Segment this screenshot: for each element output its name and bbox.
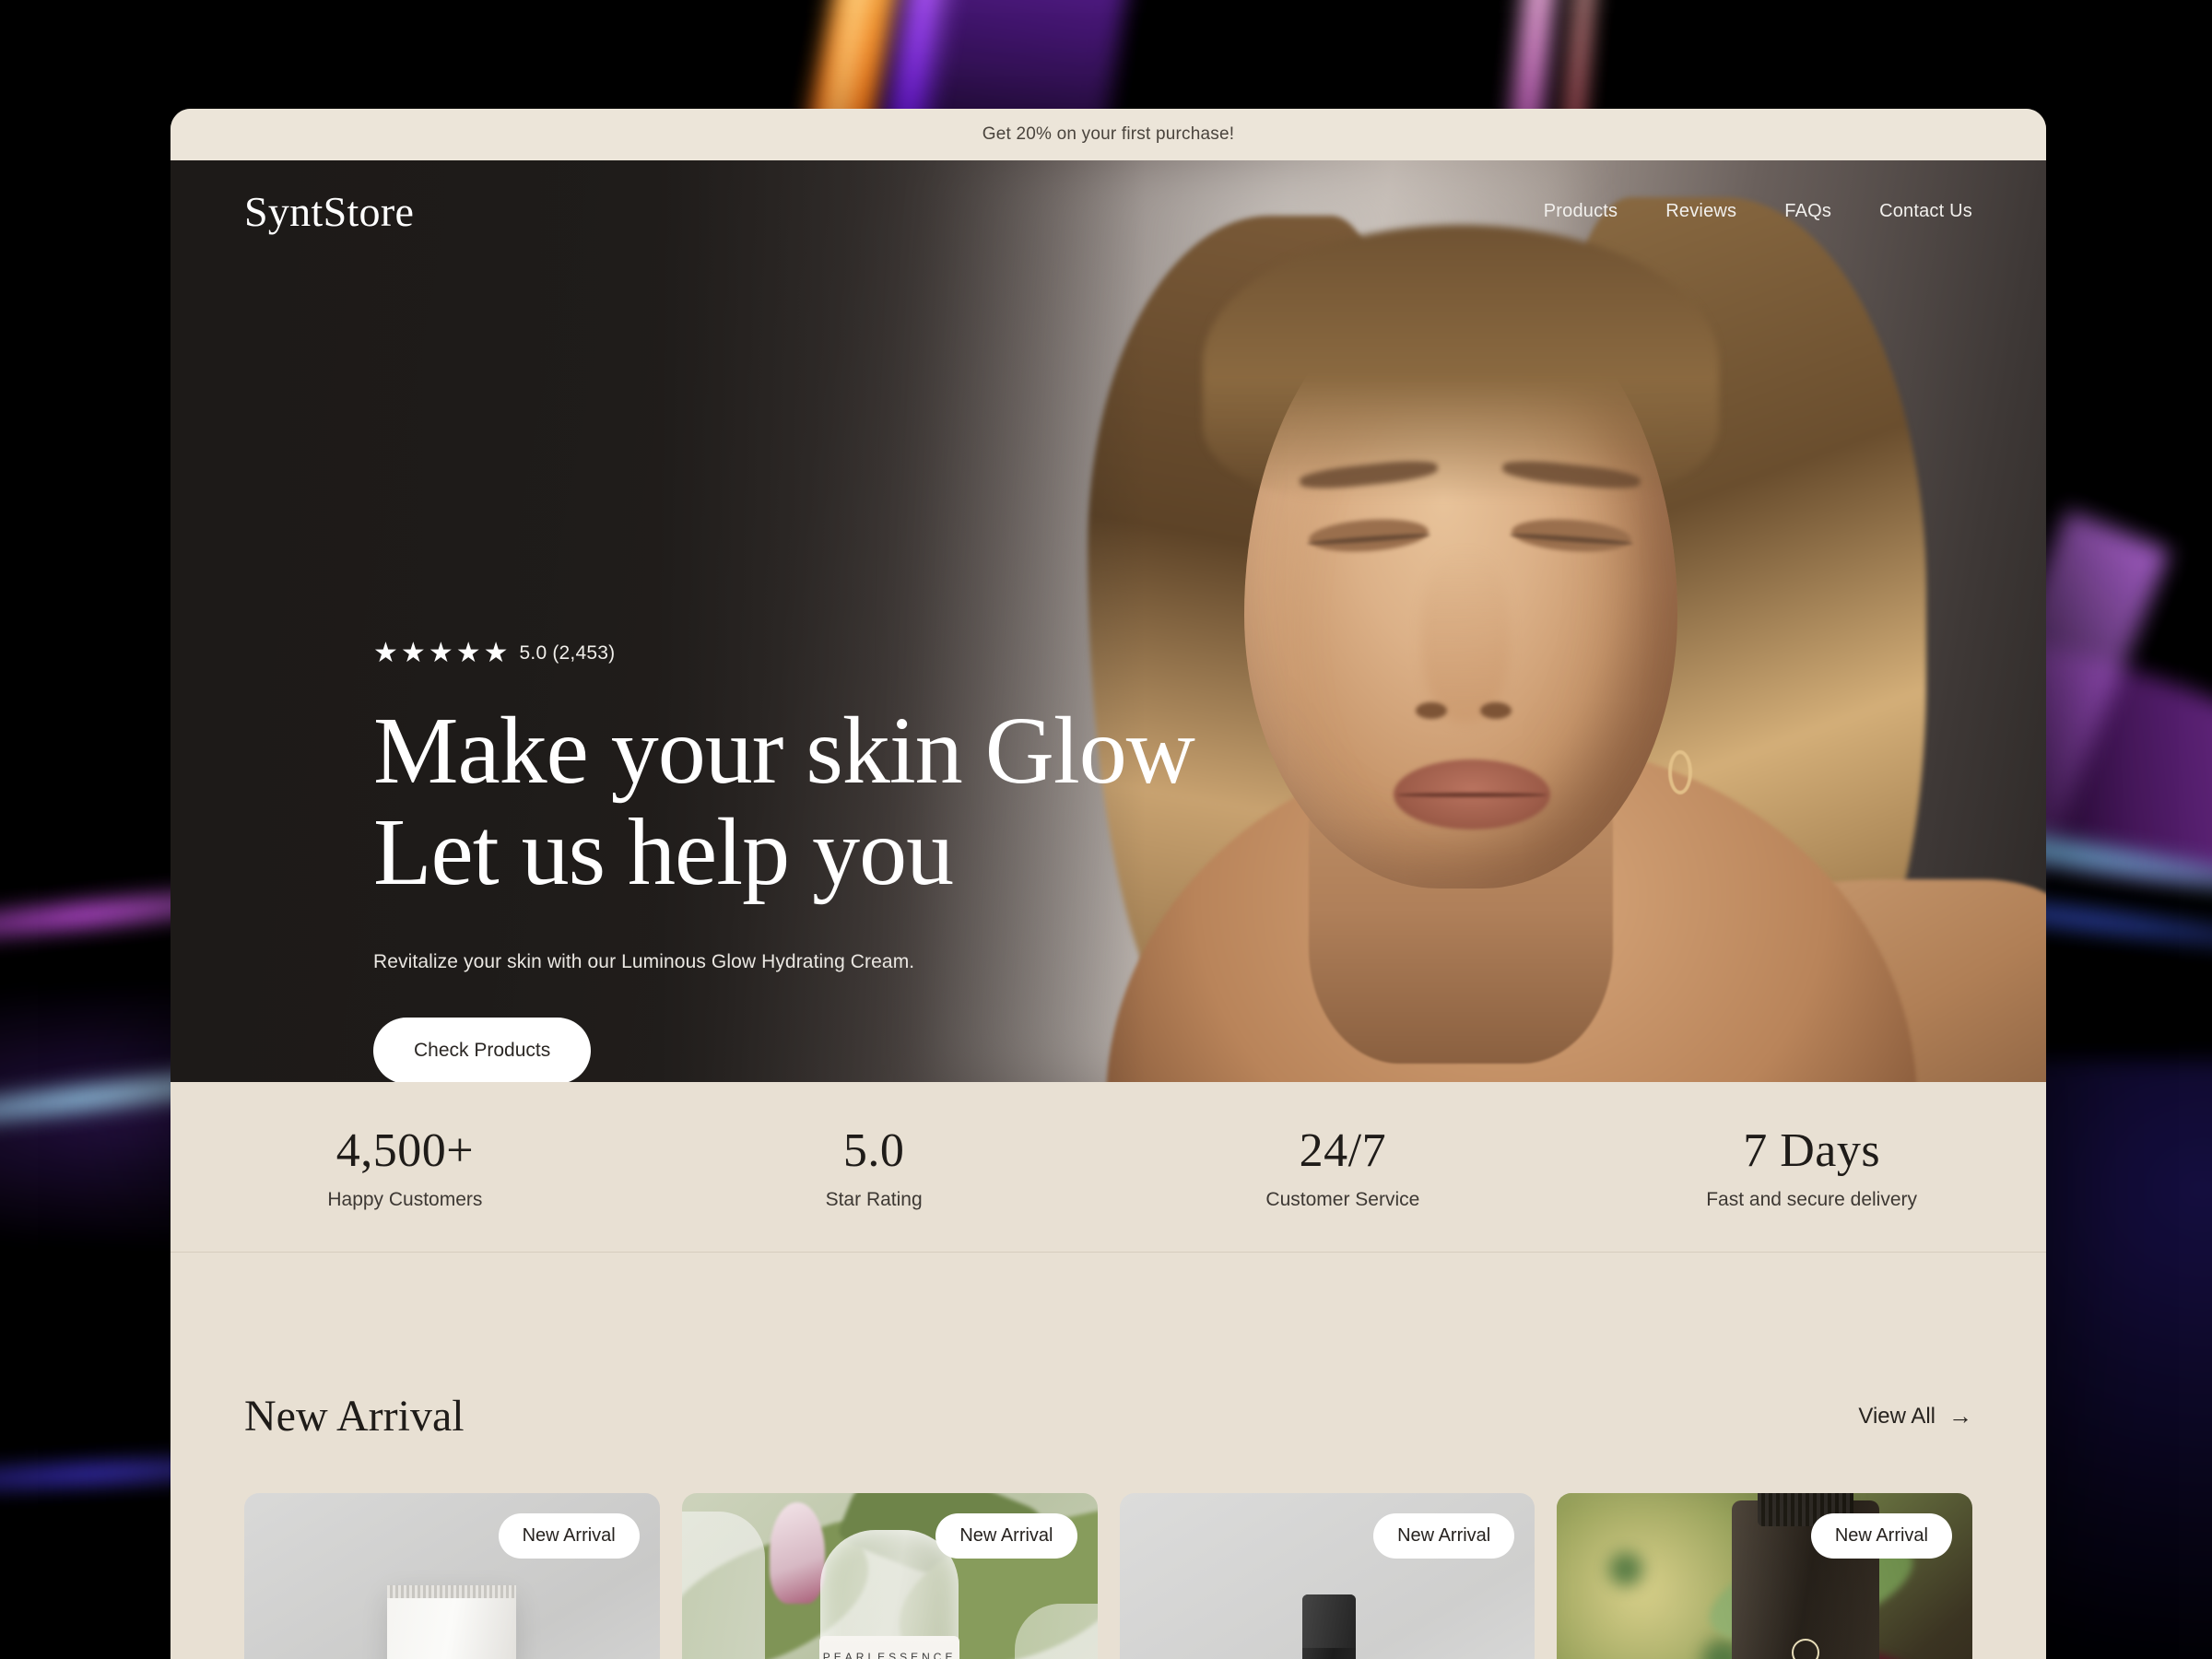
- star-icon: ★: [428, 638, 453, 668]
- stat-star-rating: 5.0 Star Rating: [640, 1124, 1109, 1211]
- product-card[interactable]: PEARLESSENCE ALOE + ROSEWATER New Arriva…: [681, 1493, 1098, 1659]
- brand-logo[interactable]: SyntStore: [244, 187, 414, 236]
- rating-text: 5.0 (2,453): [519, 642, 616, 664]
- star-icon: ★: [400, 638, 426, 668]
- announcement-bar: Get 20% on your first purchase!: [171, 109, 2046, 160]
- new-arrival-section: New Arrival View All → New Arrival Néces…: [171, 1253, 2046, 1659]
- nav-link-reviews[interactable]: Reviews: [1665, 201, 1736, 222]
- card-prop-flower-bud: [769, 1502, 825, 1604]
- star-icon: ★: [483, 638, 509, 668]
- star-rating-icons: ★ ★ ★ ★ ★: [373, 640, 509, 667]
- product-stick-cap: [1301, 1594, 1356, 1648]
- product-tube: Nécessaire The Body Lotion L'Emulsion Co…: [387, 1585, 517, 1659]
- product-card[interactable]: New Arrival: [1119, 1493, 1535, 1659]
- view-all-link[interactable]: View All →: [1858, 1402, 1972, 1430]
- stat-customer-service: 24/7 Customer Service: [1109, 1124, 1578, 1211]
- stat-label: Customer Service: [1265, 1188, 1420, 1210]
- stat-label: Star Rating: [825, 1188, 923, 1210]
- stat-delivery: 7 Days Fast and secure delivery: [1577, 1124, 2046, 1211]
- nav-link-faqs[interactable]: FAQs: [1784, 201, 1831, 222]
- tube-crimp: [387, 1585, 517, 1598]
- main-navigation: Products Reviews FAQs Contact Us: [1544, 201, 1972, 222]
- hero-headline-line-1: Make your skin Glow: [373, 698, 1195, 804]
- stat-number: 5.0: [842, 1124, 905, 1177]
- product-card[interactable]: New Arrival Nécessaire The Body Lotion L…: [244, 1493, 660, 1659]
- stat-number: 7 Days: [1743, 1124, 1881, 1177]
- nav-link-products[interactable]: Products: [1544, 201, 1618, 222]
- section-title: New Arrival: [244, 1392, 465, 1441]
- stat-label: Happy Customers: [327, 1188, 483, 1210]
- new-arrival-badge: New Arrival: [1810, 1513, 1952, 1559]
- star-icon: ★: [373, 638, 398, 668]
- product-label: PEARLESSENCE ALOE + ROSEWATER: [819, 1636, 960, 1659]
- stat-happy-customers: 4,500+ Happy Customers: [171, 1124, 640, 1211]
- product-card[interactable]: annmarie BOTANICAL HYDRATION M WITH IMMO…: [1557, 1493, 1972, 1659]
- hero-section: SyntStore Products Reviews FAQs Contact …: [171, 160, 2046, 1082]
- new-arrival-badge: New Arrival: [498, 1513, 640, 1559]
- product-brand: PEARLESSENCE: [822, 1651, 957, 1659]
- new-arrival-header: New Arrival View All →: [171, 1391, 2046, 1441]
- product-card-grid: New Arrival Nécessaire The Body Lotion L…: [171, 1493, 2046, 1659]
- rating-block: ★ ★ ★ ★ ★ 5.0 (2,453): [373, 640, 1194, 667]
- stat-number: 4,500+: [335, 1124, 475, 1177]
- product-stick: [1301, 1594, 1356, 1659]
- product-bottle-secondary: [681, 1512, 765, 1659]
- browser-window: Get 20% on your first purchase! SyntStor…: [171, 109, 2046, 1659]
- stat-number: 24/7: [1299, 1124, 1387, 1177]
- new-arrival-badge: New Arrival: [935, 1513, 1077, 1559]
- check-products-button[interactable]: Check Products: [373, 1018, 592, 1082]
- stat-label: Fast and secure delivery: [1706, 1188, 1918, 1210]
- announcement-text: Get 20% on your first purchase!: [982, 124, 1235, 144]
- arrow-right-icon: →: [1948, 1402, 1972, 1430]
- star-icon: ★: [455, 638, 481, 668]
- nav-link-contact-us[interactable]: Contact Us: [1879, 201, 1972, 222]
- view-all-label: View All: [1858, 1403, 1936, 1429]
- hero-headline-line-2: Let us help you: [373, 799, 954, 906]
- site-header: SyntStore Products Reviews FAQs Contact …: [171, 160, 2046, 262]
- hero-content: ★ ★ ★ ★ ★ 5.0 (2,453) Make your skin Glo…: [373, 640, 1195, 1082]
- hero-headline: Make your skin Glow Let us help you: [373, 698, 1195, 906]
- new-arrival-badge: New Arrival: [1373, 1513, 1515, 1559]
- stats-bar: 4,500+ Happy Customers 5.0 Star Rating 2…: [171, 1082, 2046, 1253]
- hero-subtext: Revitalize your skin with our Luminous G…: [373, 951, 915, 973]
